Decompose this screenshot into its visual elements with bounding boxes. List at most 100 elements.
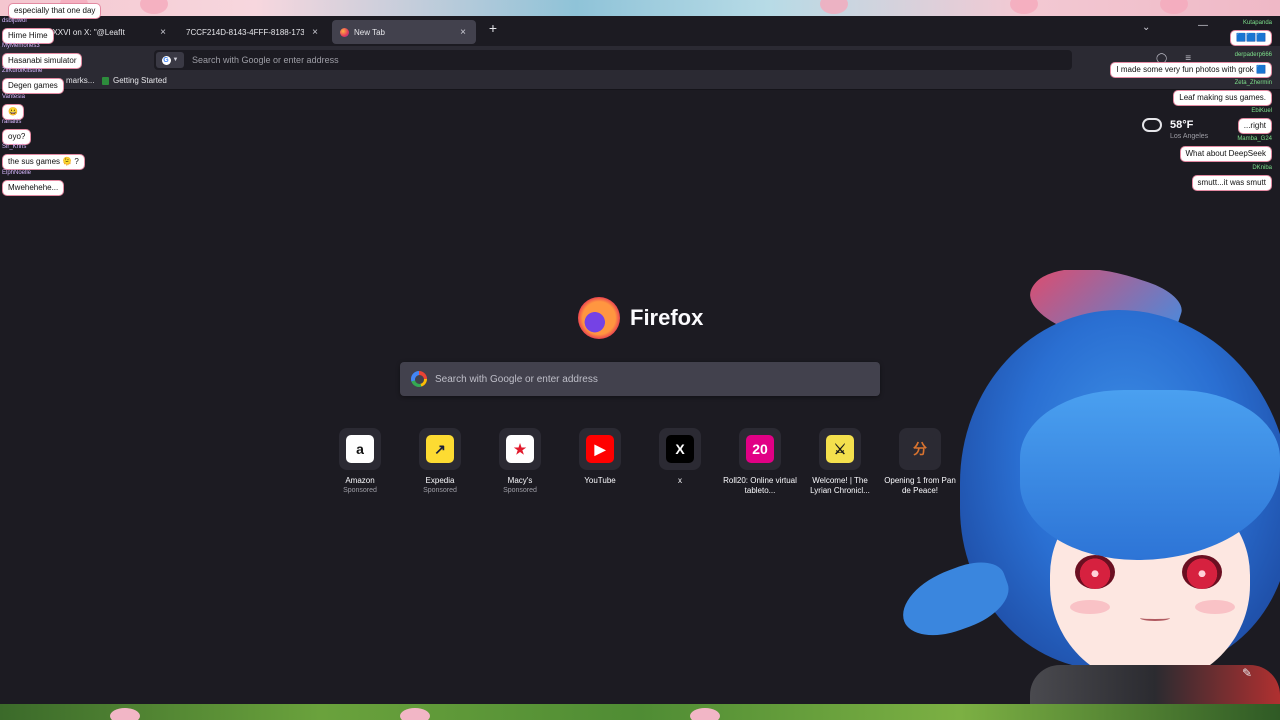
tab-list-chevron-icon[interactable]: ⌄: [1142, 22, 1150, 33]
blossom-decoration: [140, 0, 168, 14]
tile-title: YouTube: [584, 476, 616, 485]
chat-username: EbiKuel: [1251, 108, 1272, 114]
tile-sponsored-label: Sponsored: [343, 487, 377, 494]
minimize-button[interactable]: —: [1198, 20, 1208, 31]
tile-icon-frame: ▶: [579, 428, 621, 470]
tab-label: 7CCF214D-8143-4FFF-8188-173CA: [186, 27, 304, 37]
close-tab-icon[interactable]: ×: [158, 27, 168, 38]
bookmark-label: marks...: [66, 76, 95, 85]
youtube-icon: ▶: [586, 435, 614, 463]
pencil-icon[interactable]: ✎: [1242, 666, 1258, 682]
newtab-search-input[interactable]: [435, 373, 865, 385]
blossom-decoration: [400, 708, 430, 720]
chat-message: Hime Hime: [2, 28, 54, 44]
top-site-tile[interactable]: ▶ YouTube: [560, 428, 640, 486]
top-site-tile[interactable]: ↗ Expedia Sponsored: [400, 428, 480, 494]
amazon-icon: a: [346, 435, 374, 463]
chat-entry: EbiKuel ...right: [1237, 108, 1272, 134]
chat-entry: Vantesia 😀: [2, 94, 25, 120]
bookmark-import[interactable]: marks...: [66, 76, 94, 85]
tile-title: Expedia: [425, 476, 455, 485]
blossom-decoration: [1010, 0, 1038, 14]
close-tab-icon[interactable]: ×: [310, 27, 320, 38]
tile-icon-frame: 20: [739, 428, 781, 470]
tab-uuid[interactable]: 7CCF214D-8143-4FFF-8188-173CA ×: [178, 20, 328, 44]
tile-icon-frame: X: [659, 428, 701, 470]
cloudy-icon: [1142, 118, 1162, 132]
chat-entry: ranaltis oyo?: [2, 119, 32, 145]
stream-bottom-art: [0, 704, 1280, 720]
top-site-tile[interactable]: ★ Macy's Sponsored: [480, 428, 560, 494]
firefox-favicon-icon: [340, 27, 349, 37]
chat-message: What about DeepSeek: [1179, 146, 1272, 162]
new-tab-button[interactable]: +: [486, 20, 500, 36]
chat-username: ElphNoelle: [2, 170, 32, 176]
tile-title: Amazon: [345, 476, 375, 485]
chat-message: smutt...it was smutt: [1191, 175, 1272, 191]
avatar-mouth: [1140, 615, 1170, 621]
tab-strip: Gamer LXXXVI on X: "@LeafIt × 7CCF214D-8…: [0, 16, 1280, 46]
tab-new-tab[interactable]: New Tab ×: [332, 20, 476, 44]
avatar-side-tail: [900, 552, 1017, 648]
chat-entry: ElphNoelle Mwehehehe...: [2, 170, 65, 196]
chat-username: Kutapanda: [1242, 20, 1272, 26]
avatar-blush: [1070, 600, 1110, 614]
search-engine-selector[interactable]: G ▼: [156, 52, 184, 68]
lyrian-icon: ⚔: [826, 435, 854, 463]
roll20-icon: 20: [746, 435, 774, 463]
close-tab-icon[interactable]: ×: [458, 27, 468, 38]
chat-message: Hasanabi simulator: [2, 53, 83, 69]
chat-message: 😀: [2, 104, 24, 120]
chat-entry: ZilKuroiKitsune Degen games: [2, 68, 64, 94]
chat-username: ZilKuroiKitsune: [2, 68, 43, 74]
x-icon: X: [666, 435, 694, 463]
tile-title: Macy's: [507, 476, 533, 485]
top-sites: a Amazon Sponsored ↗ Expedia Sponsored ★…: [320, 428, 960, 508]
chat-username: Mamba_G24: [1237, 136, 1272, 142]
chat-message: oyo?: [2, 129, 32, 145]
chat-entry: DKniba smutt...it was smutt: [1191, 165, 1272, 191]
stream-top-art: [0, 0, 1280, 16]
chat-username: DKniba: [1252, 165, 1272, 171]
tile-title: x: [678, 476, 682, 485]
blossom-decoration: [110, 708, 140, 720]
avatar-blush: [1195, 600, 1235, 614]
url-input[interactable]: Search with Google or enter address: [192, 55, 339, 65]
top-site-tile[interactable]: X x: [640, 428, 720, 486]
tab-label: New Tab: [354, 27, 385, 37]
chat-entry: Zeta_Zhermin Leaf making sus games.: [1173, 80, 1272, 106]
bookmarks-toolbar: marks... Getting Started: [0, 74, 1280, 90]
blossom-decoration: [1160, 0, 1188, 14]
chat-entry: MyMemories3 Hasanabi simulator: [2, 43, 83, 69]
avatar-right-eye: [1182, 555, 1222, 589]
brand-name: Firefox: [630, 305, 704, 330]
chat-username: dsbijuwol: [2, 18, 27, 24]
google-icon: [411, 371, 427, 387]
blossom-decoration: [820, 0, 848, 14]
chat-entry: Sir_Khris the sus games 🫠 ?: [2, 144, 85, 170]
bookmark-label: Getting Started: [113, 76, 167, 85]
chat-message: ...right: [1237, 118, 1272, 134]
top-site-tile[interactable]: ⚔ Welcome! | The Lyrian Chronicl...: [800, 428, 880, 496]
weather-widget[interactable]: 58°F Los Angeles: [1142, 118, 1208, 140]
macys-icon: ★: [506, 435, 534, 463]
chat-username: Vantesia: [2, 94, 25, 100]
top-site-tile[interactable]: a Amazon Sponsored: [320, 428, 400, 494]
tile-title: Roll20: Online virtual tableto...: [723, 476, 797, 495]
tile-sponsored-label: Sponsored: [503, 487, 537, 494]
chat-message: 🟦🟦🟦: [1230, 30, 1272, 46]
chat-username: Zeta_Zhermin: [1234, 80, 1272, 86]
newtab-search-box[interactable]: [400, 362, 880, 396]
chat-message: Leaf making sus games.: [1173, 90, 1272, 106]
avatar-left-eye: [1075, 555, 1115, 589]
chat-username: ranaltis: [2, 119, 22, 125]
bookmark-icon: [102, 76, 109, 85]
tile-icon-frame: a: [339, 428, 381, 470]
chat-banner: especially that one day: [8, 0, 102, 19]
url-bar[interactable]: G ▼ Search with Google or enter address: [154, 50, 1072, 70]
chat-message: the sus games 🫠 ?: [2, 154, 85, 170]
bookmark-getting-started[interactable]: Getting Started: [102, 76, 167, 85]
expedia-icon: ↗: [426, 435, 454, 463]
chat-username: MyMemories3: [2, 43, 40, 49]
top-site-tile[interactable]: 20 Roll20: Online virtual tableto...: [720, 428, 800, 496]
